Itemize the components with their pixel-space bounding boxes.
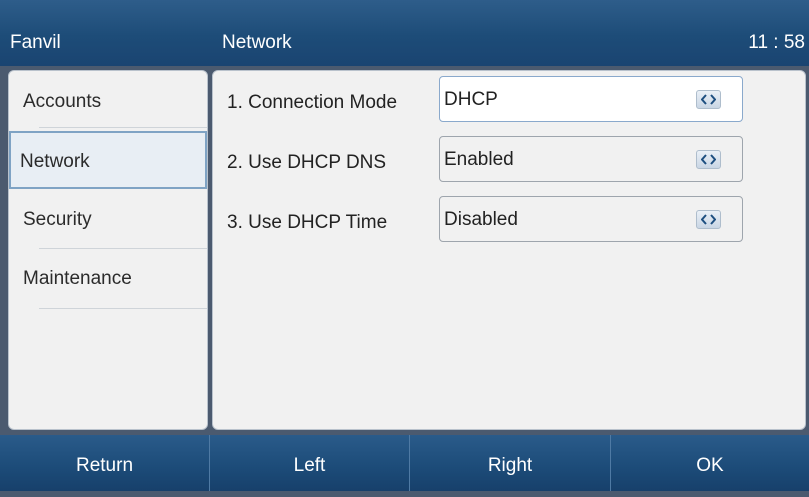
ok-button[interactable]: OK [611, 435, 809, 491]
sidebar-item-label: Network [20, 151, 90, 172]
divider [39, 248, 207, 249]
left-right-arrows-icon[interactable] [696, 210, 721, 229]
use-dhcp-dns-select[interactable]: Enabled [439, 136, 743, 182]
left-button[interactable]: Left [210, 435, 410, 491]
sidebar-item-label: Maintenance [23, 268, 132, 289]
use-dhcp-time-select[interactable]: Disabled [439, 196, 743, 242]
settings-panel: 1. Connection Mode DHCP 2. Use DHCP DNS … [212, 70, 806, 430]
select-value: Enabled [444, 149, 514, 170]
divider [39, 308, 207, 309]
page-title: Network [222, 32, 292, 53]
brand-label: Fanvil [10, 32, 61, 53]
sidebar-item-maintenance[interactable]: Maintenance [9, 250, 207, 308]
left-right-arrows-icon[interactable] [696, 90, 721, 109]
connection-mode-select[interactable]: DHCP [439, 76, 743, 122]
clock: 11 : 58 [748, 32, 805, 53]
use-dhcp-dns-label: 2. Use DHCP DNS [227, 152, 387, 173]
softkey-bar: Return Left Right OK [0, 435, 809, 491]
use-dhcp-time-label: 3. Use DHCP Time [227, 212, 388, 233]
divider [39, 127, 207, 128]
right-button[interactable]: Right [410, 435, 611, 491]
select-value: Disabled [444, 209, 518, 230]
title-bar: Fanvil Network 11 : 58 [0, 0, 809, 66]
sidebar-menu: Accounts Network Security Maintenance [8, 70, 208, 430]
sidebar-item-network[interactable]: Network [9, 131, 207, 189]
sidebar-item-security[interactable]: Security [9, 191, 207, 249]
sidebar-item-label: Accounts [23, 91, 102, 112]
return-button[interactable]: Return [0, 435, 210, 491]
sidebar-item-label: Security [23, 209, 92, 230]
sidebar-item-accounts[interactable]: Accounts [9, 73, 207, 131]
left-right-arrows-icon[interactable] [696, 150, 721, 169]
select-value: DHCP [444, 89, 498, 110]
connection-mode-label: 1. Connection Mode [227, 92, 398, 113]
